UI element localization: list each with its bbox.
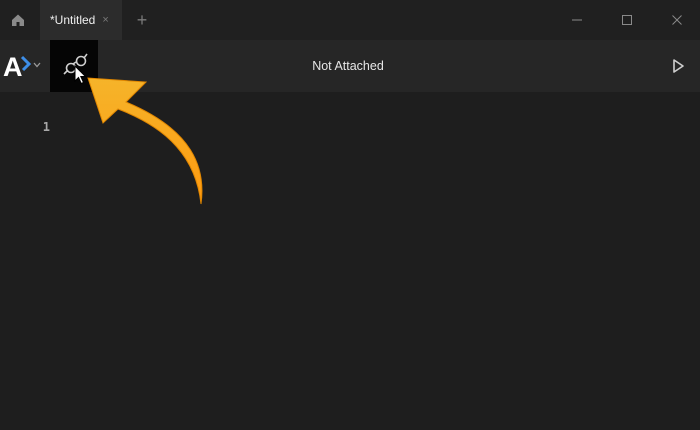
run-button[interactable] <box>664 52 692 80</box>
minimize-button[interactable] <box>554 0 600 40</box>
home-icon <box>12 14 24 26</box>
app-menu-button[interactable]: A <box>0 40 50 92</box>
app-logo-icon: A <box>3 52 32 82</box>
mouse-cursor-icon <box>74 65 87 85</box>
tab-label: *Untitled <box>50 13 96 27</box>
tab-untitled[interactable]: *Untitled × <box>40 0 122 40</box>
attach-status: Not Attached <box>312 59 384 73</box>
play-icon <box>673 59 684 73</box>
maximize-icon <box>622 15 632 25</box>
tab-close-button[interactable]: × <box>102 14 108 26</box>
line-number: 1 <box>42 120 50 134</box>
close-icon <box>672 15 682 25</box>
code-editor[interactable]: 1 <box>0 92 700 430</box>
new-tab-button[interactable]: + <box>130 8 154 32</box>
attach-button[interactable] <box>50 40 98 92</box>
svg-text:A: A <box>3 52 23 82</box>
close-window-button[interactable] <box>654 0 700 40</box>
home-button[interactable] <box>0 0 36 40</box>
minimize-icon <box>572 19 582 21</box>
maximize-button[interactable] <box>604 0 650 40</box>
chevron-down-icon <box>33 62 41 68</box>
